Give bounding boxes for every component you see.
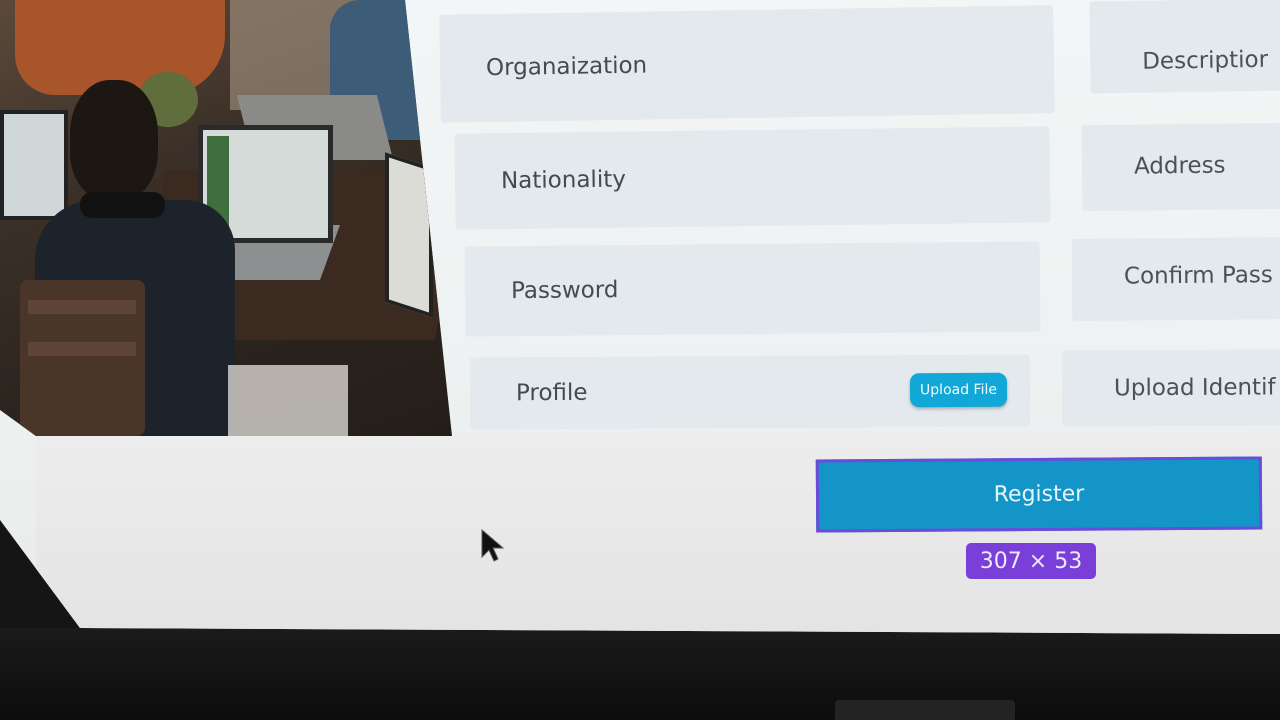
hero-photo [0, 0, 452, 436]
description-label: Descriptior [1142, 46, 1269, 75]
upload-identification-label: Upload Identif [1113, 374, 1276, 402]
organization-label: Organaization [485, 52, 648, 82]
photo-of-monitor: Organaization Nationality Password Profi… [0, 0, 1280, 720]
upload-file-button[interactable]: Upload File [909, 372, 1008, 408]
address-label: Address [1133, 152, 1226, 180]
monitor-bezel [0, 628, 1280, 720]
organization-field[interactable]: Organaization [439, 5, 1055, 123]
confirm-password-field[interactable]: Confirm Pass [1071, 237, 1280, 321]
registration-page: Organaization Nationality Password Profi… [0, 0, 1280, 634]
arrow-cursor-icon [478, 527, 518, 567]
nationality-field[interactable]: Nationality [454, 126, 1051, 230]
nationality-label: Nationality [500, 166, 627, 195]
confirm-password-label: Confirm Pass [1123, 262, 1273, 290]
monitor-logo [835, 700, 1015, 720]
upload-identification-field[interactable]: Upload Identif [1061, 349, 1280, 427]
profile-label: Profile [515, 379, 588, 407]
register-button[interactable]: Register [815, 456, 1263, 533]
address-field[interactable]: Address [1081, 122, 1280, 212]
password-field[interactable]: Password [464, 241, 1041, 337]
description-field[interactable]: Descriptior [1089, 0, 1280, 94]
element-size-badge: 307 × 53 [966, 543, 1096, 579]
monitor-screen: Organaization Nationality Password Profi… [0, 0, 1280, 634]
password-label: Password [510, 277, 619, 305]
